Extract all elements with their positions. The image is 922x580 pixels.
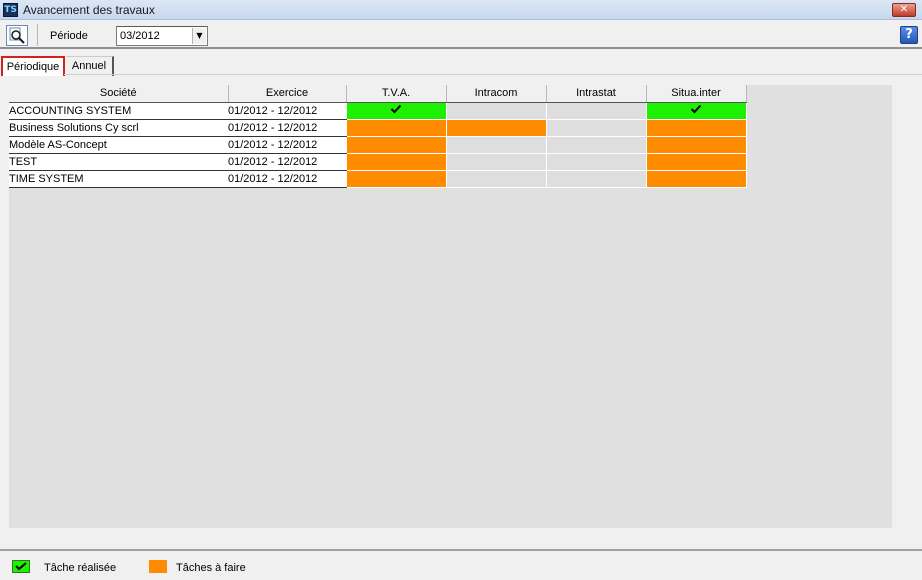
header-situa-inter[interactable]: Situa.inter [646, 85, 747, 103]
title-bar: TS Avancement des travaux ✕ [0, 0, 922, 20]
window-title: Avancement des travaux [23, 3, 155, 17]
cell-status-intrastat[interactable] [545, 118, 647, 137]
cell-status-tva[interactable] [345, 135, 447, 154]
check-icon [690, 104, 702, 114]
periode-label: Période [50, 30, 88, 42]
cell-exercice[interactable]: 01/2012 - 12/2012 [228, 136, 347, 154]
cell-exercice[interactable]: 01/2012 - 12/2012 [228, 153, 347, 171]
help-button[interactable]: ? [900, 26, 918, 44]
toolbar-separator [37, 24, 38, 46]
cell-societe[interactable]: TEST [9, 153, 228, 171]
cell-exercice[interactable]: 01/2012 - 12/2012 [228, 102, 347, 120]
app-icon: TS [3, 3, 18, 17]
search-button[interactable] [6, 25, 28, 46]
cell-exercice[interactable]: 01/2012 - 12/2012 [228, 119, 347, 137]
table-row[interactable]: ACCOUNTING SYSTEM 01/2012 - 12/2012 [9, 101, 747, 120]
toolbar: Période 03/2012 ▼ ? [0, 21, 922, 49]
cell-status-intracom[interactable] [445, 118, 547, 137]
tab-bar: Périodique Annuel [0, 56, 922, 76]
header-exercice[interactable]: Exercice [228, 85, 347, 103]
cell-status-intrastat[interactable] [545, 169, 647, 188]
cell-societe[interactable]: ACCOUNTING SYSTEM [9, 102, 228, 120]
periode-select[interactable]: 03/2012 ▼ [116, 26, 208, 46]
check-icon [15, 562, 27, 571]
grid-area: Société Exercice T.V.A. Intracom Intrast… [9, 85, 892, 528]
cell-status-tva[interactable] [345, 152, 447, 171]
legend-done-swatch [12, 560, 30, 573]
cell-status-situa-inter[interactable] [645, 169, 747, 188]
cell-status-intracom[interactable] [445, 152, 547, 171]
check-icon [390, 104, 402, 114]
table-row[interactable]: TIME SYSTEM 01/2012 - 12/2012 [9, 169, 747, 188]
grid-header-row: Société Exercice T.V.A. Intracom Intrast… [9, 85, 747, 103]
table-row[interactable]: Business Solutions Cy scrl 01/2012 - 12/… [9, 118, 747, 137]
footer-divider [0, 549, 922, 551]
cell-status-intracom[interactable] [445, 101, 547, 120]
cell-status-situa-inter[interactable] [645, 101, 747, 120]
cell-status-situa-inter[interactable] [645, 152, 747, 171]
cell-status-intrastat[interactable] [545, 101, 647, 120]
cell-status-tva[interactable] [345, 118, 447, 137]
legend-todo-label: Tâches à faire [176, 562, 246, 574]
search-icon [9, 27, 25, 44]
cell-societe[interactable]: Modèle AS-Concept [9, 136, 228, 154]
cell-exercice[interactable]: 01/2012 - 12/2012 [228, 170, 347, 188]
cell-status-intracom[interactable] [445, 169, 547, 188]
table-row[interactable]: TEST 01/2012 - 12/2012 [9, 152, 747, 171]
header-tva[interactable]: T.V.A. [346, 85, 447, 103]
tasks-grid: Société Exercice T.V.A. Intracom Intrast… [9, 85, 747, 188]
cell-status-intrastat[interactable] [545, 135, 647, 154]
chevron-down-icon[interactable]: ▼ [192, 28, 206, 44]
close-button[interactable]: ✕ [892, 3, 916, 17]
legend-todo-swatch [149, 560, 167, 573]
header-intracom[interactable]: Intracom [446, 85, 547, 103]
header-societe[interactable]: Société [9, 85, 229, 103]
cell-societe[interactable]: Business Solutions Cy scrl [9, 119, 228, 137]
cell-status-situa-inter[interactable] [645, 135, 747, 154]
cell-status-tva[interactable] [345, 101, 447, 120]
tab-annuel[interactable]: Annuel [66, 56, 114, 76]
cell-status-tva[interactable] [345, 169, 447, 188]
tab-periodique[interactable]: Périodique [1, 56, 65, 76]
cell-societe[interactable]: TIME SYSTEM [9, 170, 228, 188]
periode-value: 03/2012 [120, 30, 160, 42]
cell-status-situa-inter[interactable] [645, 118, 747, 137]
cell-status-intrastat[interactable] [545, 152, 647, 171]
header-intrastat[interactable]: Intrastat [546, 85, 647, 103]
legend-done-label: Tâche réalisée [44, 562, 117, 574]
cell-status-intracom[interactable] [445, 135, 547, 154]
table-row[interactable]: Modèle AS-Concept 01/2012 - 12/2012 [9, 135, 747, 154]
tab-baseline [64, 74, 922, 75]
